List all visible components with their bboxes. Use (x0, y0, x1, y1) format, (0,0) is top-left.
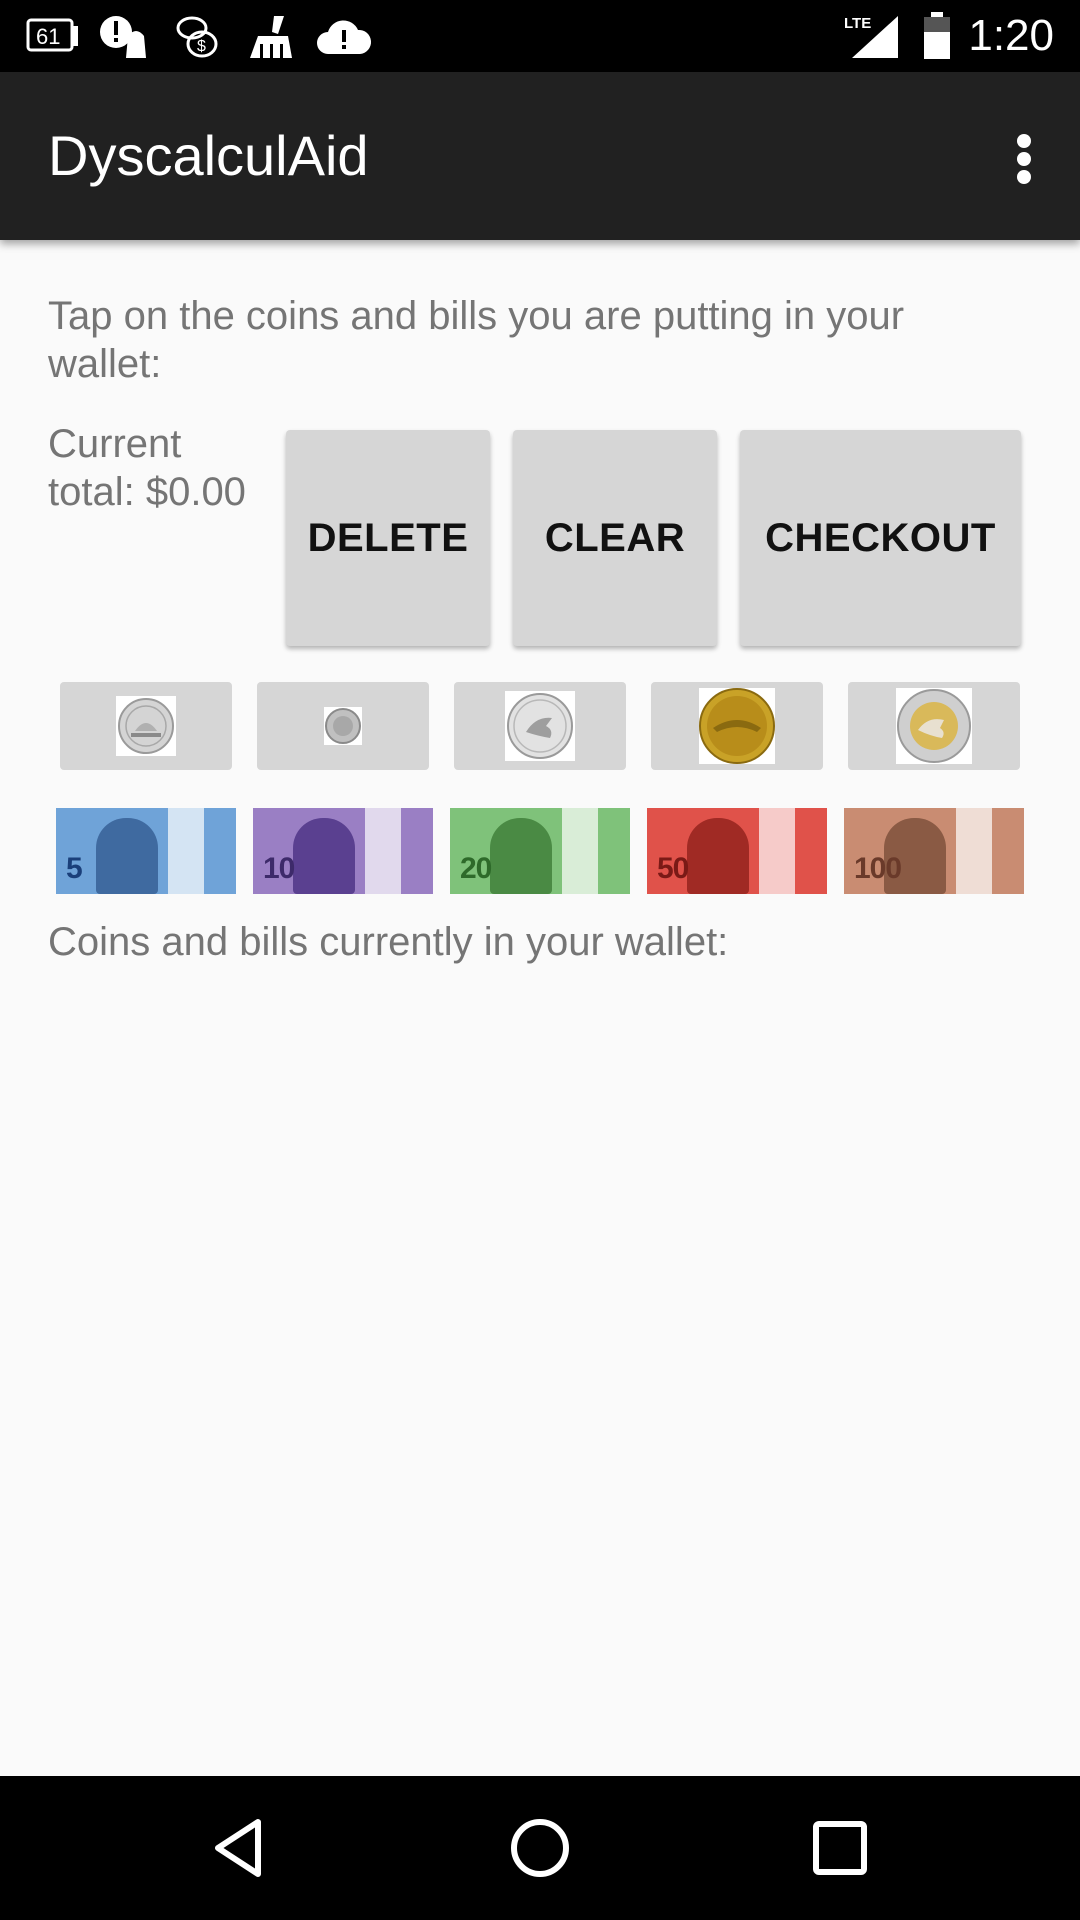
bill-denomination: 5 (66, 852, 83, 885)
clear-button[interactable]: CLEAR (513, 430, 717, 646)
bill-window (562, 808, 598, 894)
bill-portrait (490, 818, 552, 894)
home-icon[interactable] (500, 1808, 580, 1888)
current-total: Current total: $0.00 (48, 422, 246, 514)
bill-window (759, 808, 795, 894)
back-icon[interactable] (200, 1808, 280, 1888)
bill-5-button[interactable]: 5 (56, 808, 236, 894)
status-time: 1:20 (968, 11, 1054, 60)
cloud-alert-icon (316, 18, 372, 61)
bill-window (365, 808, 401, 894)
lte-signal-icon: LTE (844, 12, 900, 65)
bill-50-button[interactable]: 50 (647, 808, 827, 894)
instructions-text: Tap on the coins and bills you are putti… (48, 294, 905, 386)
app-title: DyscalculAid (48, 124, 369, 187)
battery-icon (922, 12, 952, 65)
delete-button[interactable]: DELETE (286, 430, 490, 646)
bill-portrait (293, 818, 355, 894)
dime-coin-icon (324, 707, 362, 745)
svg-text:LTE: LTE (844, 15, 871, 32)
coin-nickel-button[interactable] (60, 682, 232, 770)
app-bar: DyscalculAid (0, 72, 1080, 240)
more-vert-icon[interactable] (988, 116, 1060, 200)
bill-window (956, 808, 992, 894)
bill-portrait (687, 818, 749, 894)
loonie-coin-icon (699, 688, 775, 764)
coin-quarter-button[interactable] (454, 682, 626, 770)
toonie-coin-icon (896, 688, 972, 764)
bill-100-button[interactable]: 100 (844, 808, 1024, 894)
svg-text:61: 61 (36, 24, 60, 49)
svg-text:$: $ (197, 38, 206, 55)
bill-denomination: 50 (657, 852, 689, 885)
bill-denomination: 20 (460, 852, 492, 885)
coin-dime-button[interactable] (257, 682, 429, 770)
recents-icon[interactable] (800, 1808, 880, 1888)
bill-denomination: 10 (263, 852, 295, 885)
status-bar: 61 $ LTE 1:20 (0, 0, 1080, 72)
bill-denomination: 100 (854, 852, 902, 885)
broom-icon (244, 14, 296, 65)
checkout-button[interactable]: CHECKOUT (740, 430, 1021, 646)
nav-bar (0, 1776, 1080, 1920)
alert-android-icon (98, 14, 152, 65)
bill-10-button[interactable]: 10 (253, 808, 433, 894)
nickel-coin-icon (116, 696, 176, 756)
notification-61-icon: 61 (26, 16, 82, 61)
bill-window (168, 808, 204, 894)
wallet-label: Coins and bills currently in your wallet… (48, 920, 729, 964)
bill-20-button[interactable]: 20 (450, 808, 630, 894)
coin-loonie-button[interactable] (651, 682, 823, 770)
coin-toonie-button[interactable] (848, 682, 1020, 770)
bill-portrait (96, 818, 158, 894)
coins-icon: $ (174, 14, 222, 65)
quarter-coin-icon (505, 691, 575, 761)
